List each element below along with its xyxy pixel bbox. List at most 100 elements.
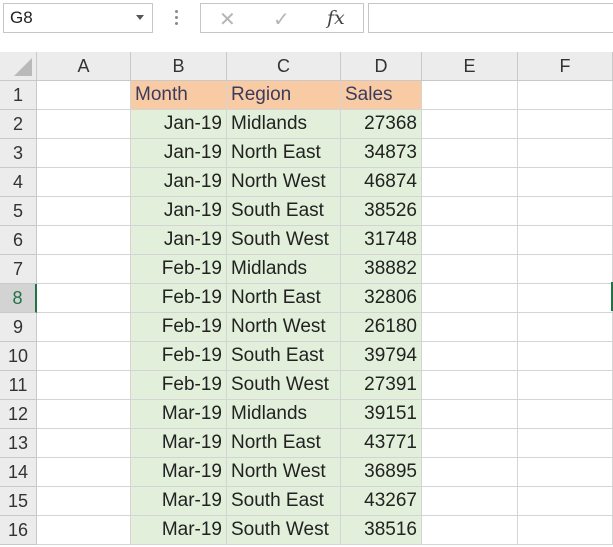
column-header-c[interactable]: C <box>227 52 341 81</box>
cell-b7[interactable]: Feb-19 <box>131 255 227 284</box>
cell-f2[interactable] <box>518 110 613 139</box>
cell-c6[interactable]: South West <box>227 226 341 255</box>
cell-b16[interactable]: Mar-19 <box>131 516 227 545</box>
cell-a9[interactable] <box>37 313 131 342</box>
cell-c8[interactable]: North East <box>227 284 341 313</box>
column-header-d[interactable]: D <box>341 52 422 81</box>
cell-b15[interactable]: Mar-19 <box>131 487 227 516</box>
cell-a16[interactable] <box>37 516 131 545</box>
cell-c7[interactable]: Midlands <box>227 255 341 284</box>
cell-e15[interactable] <box>422 487 518 516</box>
cell-f6[interactable] <box>518 226 613 255</box>
cell-a10[interactable] <box>37 342 131 371</box>
column-header-b[interactable]: B <box>131 52 227 81</box>
cell-c12[interactable]: Midlands <box>227 400 341 429</box>
cancel-icon[interactable]: ✕ <box>219 7 236 32</box>
cell-b8[interactable]: Feb-19 <box>131 284 227 313</box>
cell-e12[interactable] <box>422 400 518 429</box>
chevron-down-icon[interactable] <box>136 15 144 20</box>
spreadsheet-grid[interactable]: A B C D E F 1 Month Region Sales 2 Jan-19 Midlands 27… <box>0 52 613 547</box>
cell-a5[interactable] <box>37 197 131 226</box>
row-header-13[interactable]: 13 <box>0 429 37 458</box>
cell-e6[interactable] <box>422 226 518 255</box>
cell-f4[interactable] <box>518 168 613 197</box>
drag-handle-icon[interactable] <box>175 10 178 26</box>
row-header-9[interactable]: 9 <box>0 313 37 342</box>
cell-f3[interactable] <box>518 139 613 168</box>
cell-b3[interactable]: Jan-19 <box>131 139 227 168</box>
row-header-5[interactable]: 5 <box>0 197 37 226</box>
cell-f15[interactable] <box>518 487 613 516</box>
cell-a3[interactable] <box>37 139 131 168</box>
cell-e11[interactable] <box>422 371 518 400</box>
cell-c11[interactable]: South West <box>227 371 341 400</box>
cell-a8[interactable] <box>37 284 131 313</box>
cell-d14[interactable]: 36895 <box>341 458 422 487</box>
cell-c15[interactable]: South East <box>227 487 341 516</box>
cell-c14[interactable]: North West <box>227 458 341 487</box>
row-header-14[interactable]: 14 <box>0 458 37 487</box>
cell-e4[interactable] <box>422 168 518 197</box>
cell-d11[interactable]: 27391 <box>341 371 422 400</box>
cell-b6[interactable]: Jan-19 <box>131 226 227 255</box>
cell-f8[interactable] <box>518 284 613 313</box>
row-header-3[interactable]: 3 <box>0 139 37 168</box>
cell-c2[interactable]: Midlands <box>227 110 341 139</box>
cell-e9[interactable] <box>422 313 518 342</box>
column-header-f[interactable]: F <box>518 52 613 81</box>
cell-d2[interactable]: 27368 <box>341 110 422 139</box>
cell-e16[interactable] <box>422 516 518 545</box>
cell-f14[interactable] <box>518 458 613 487</box>
insert-function-icon[interactable]: fx <box>327 7 345 29</box>
cell-f1[interactable] <box>518 81 613 110</box>
cell-a13[interactable] <box>37 429 131 458</box>
cell-f12[interactable] <box>518 400 613 429</box>
cell-f16[interactable] <box>518 516 613 545</box>
cell-b14[interactable]: Mar-19 <box>131 458 227 487</box>
cell-d12[interactable]: 39151 <box>341 400 422 429</box>
cell-d3[interactable]: 34873 <box>341 139 422 168</box>
cell-e5[interactable] <box>422 197 518 226</box>
row-header-11[interactable]: 11 <box>0 371 37 400</box>
cell-d4[interactable]: 46874 <box>341 168 422 197</box>
name-box[interactable]: G8 <box>3 3 153 33</box>
cell-b13[interactable]: Mar-19 <box>131 429 227 458</box>
cell-e3[interactable] <box>422 139 518 168</box>
column-header-a[interactable]: A <box>37 52 131 81</box>
cell-a2[interactable] <box>37 110 131 139</box>
row-header-7[interactable]: 7 <box>0 255 37 284</box>
cell-e8[interactable] <box>422 284 518 313</box>
cell-b4[interactable]: Jan-19 <box>131 168 227 197</box>
cell-d13[interactable]: 43771 <box>341 429 422 458</box>
cell-d9[interactable]: 26180 <box>341 313 422 342</box>
formula-input[interactable] <box>368 3 613 33</box>
select-all-button[interactable] <box>0 52 37 81</box>
cell-c3[interactable]: North East <box>227 139 341 168</box>
cell-a12[interactable] <box>37 400 131 429</box>
row-header-4[interactable]: 4 <box>0 168 37 197</box>
cell-c4[interactable]: North West <box>227 168 341 197</box>
row-header-15[interactable]: 15 <box>0 487 37 516</box>
cell-e14[interactable] <box>422 458 518 487</box>
row-header-6[interactable]: 6 <box>0 226 37 255</box>
cell-f9[interactable] <box>518 313 613 342</box>
cell-b2[interactable]: Jan-19 <box>131 110 227 139</box>
cell-e13[interactable] <box>422 429 518 458</box>
cell-c16[interactable]: South West <box>227 516 341 545</box>
cell-d7[interactable]: 38882 <box>341 255 422 284</box>
cell-c9[interactable]: North West <box>227 313 341 342</box>
cell-b5[interactable]: Jan-19 <box>131 197 227 226</box>
cell-a14[interactable] <box>37 458 131 487</box>
cell-d8[interactable]: 32806 <box>341 284 422 313</box>
cell-d10[interactable]: 39794 <box>341 342 422 371</box>
cell-e10[interactable] <box>422 342 518 371</box>
row-header-10[interactable]: 10 <box>0 342 37 371</box>
cell-b1[interactable]: Month <box>131 81 227 110</box>
row-header-2[interactable]: 2 <box>0 110 37 139</box>
row-header-8[interactable]: 8 <box>0 284 37 313</box>
cell-a1[interactable] <box>37 81 131 110</box>
cell-f5[interactable] <box>518 197 613 226</box>
cell-e1[interactable] <box>422 81 518 110</box>
cell-a4[interactable] <box>37 168 131 197</box>
cell-b10[interactable]: Feb-19 <box>131 342 227 371</box>
